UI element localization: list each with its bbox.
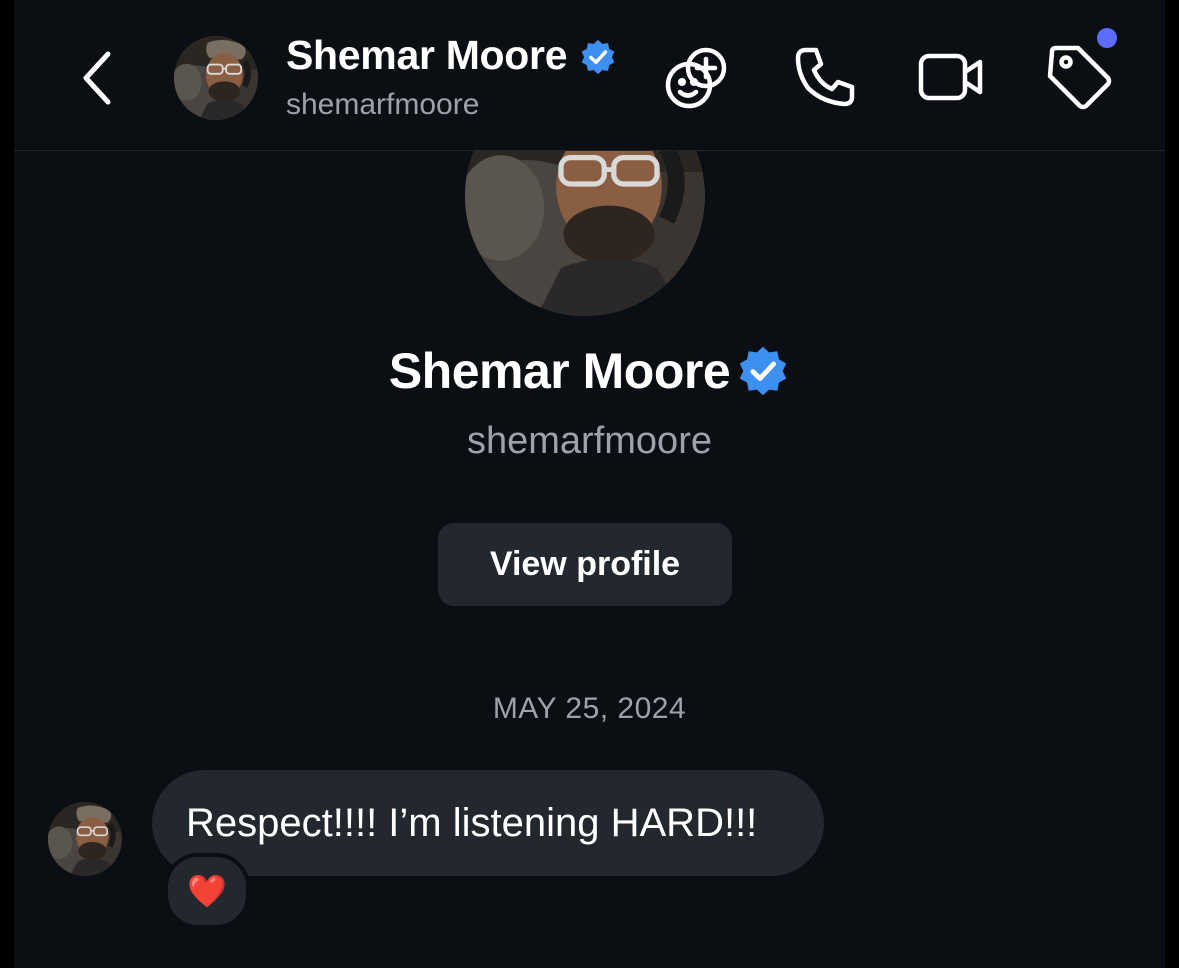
phone-icon bbox=[795, 47, 855, 107]
message-avatar[interactable] bbox=[48, 802, 122, 876]
date-separator: MAY 25, 2024 bbox=[492, 692, 687, 725]
message-text: Respect!!!! I’m listening HARD!!! bbox=[186, 800, 758, 845]
games-button[interactable] bbox=[662, 42, 732, 112]
verified-badge-icon bbox=[579, 38, 617, 76]
message-bubble[interactable]: Respect!!!! I’m listening HARD!!! bbox=[152, 770, 824, 876]
chat-header: Shemar Moore shemarfmoore bbox=[14, 0, 1165, 151]
profile-title: Shemar Moore bbox=[14, 342, 1165, 400]
notification-dot bbox=[1097, 28, 1117, 48]
header-title[interactable]: Shemar Moore bbox=[286, 32, 617, 79]
heart-icon: ❤️ bbox=[187, 873, 227, 909]
chat-screen: Shemar Moore shemarfmoore Shemar Moore s… bbox=[14, 0, 1165, 968]
header-avatar[interactable] bbox=[174, 36, 258, 120]
tag-icon bbox=[1047, 45, 1112, 110]
video-icon bbox=[918, 53, 983, 101]
call-button[interactable] bbox=[790, 42, 860, 112]
tag-button[interactable] bbox=[1044, 42, 1114, 112]
profile-name: Shemar Moore bbox=[388, 343, 731, 399]
reaction-badge[interactable]: ❤️ bbox=[164, 853, 250, 929]
games-icon bbox=[665, 47, 727, 109]
back-button[interactable] bbox=[78, 48, 118, 108]
header-handle: shemarfmoore bbox=[286, 88, 480, 121]
profile-handle: shemarfmoore bbox=[467, 420, 712, 462]
chevron-left-icon bbox=[83, 51, 111, 105]
header-name: Shemar Moore bbox=[286, 32, 568, 78]
verified-badge-icon bbox=[736, 344, 790, 398]
video-call-button[interactable] bbox=[916, 42, 986, 112]
view-profile-button[interactable]: View profile bbox=[438, 523, 732, 606]
